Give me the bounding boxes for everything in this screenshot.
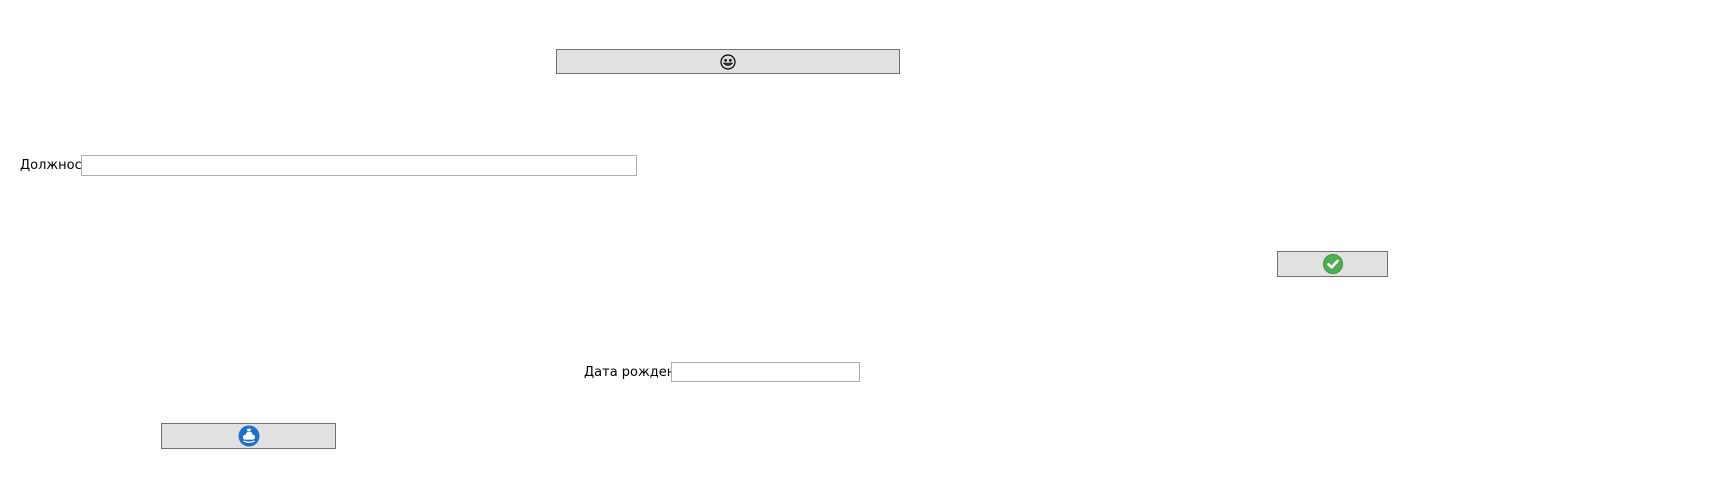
confirm-button[interactable]: [1277, 251, 1388, 277]
green-checkmark-icon: [1322, 254, 1343, 274]
blue-cloud-badge-icon: [238, 425, 260, 447]
birthdate-input[interactable]: [671, 362, 860, 382]
position-input[interactable]: [81, 155, 637, 176]
smiley-button[interactable]: [556, 49, 900, 74]
cloud-badge-button[interactable]: [161, 423, 336, 449]
smiley-face-icon: [720, 53, 736, 70]
